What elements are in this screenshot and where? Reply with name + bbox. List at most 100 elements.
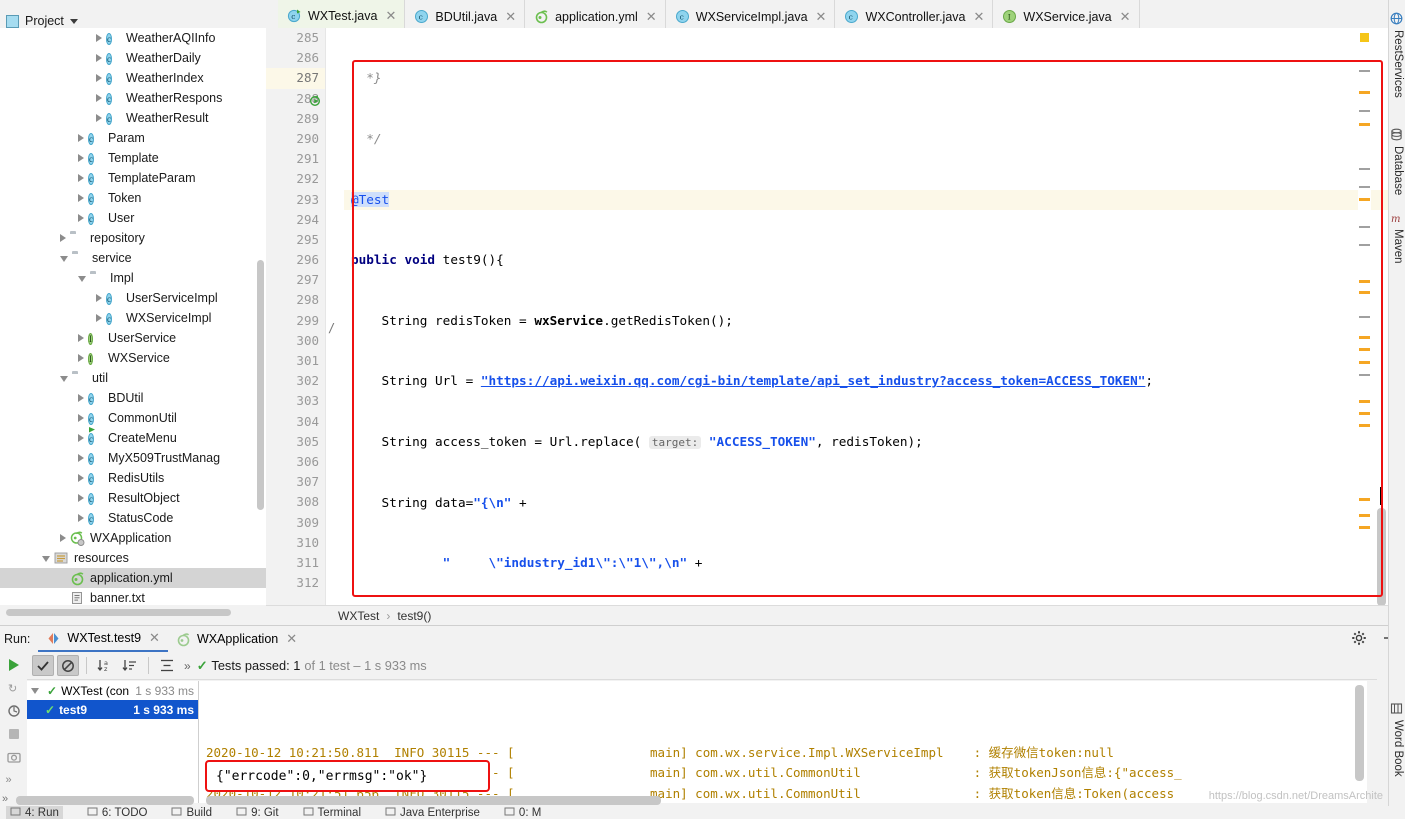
tree-row[interactable]: c TemplateParam <box>0 168 266 188</box>
gutter-line-292[interactable]: 292 <box>266 169 325 189</box>
tree-row[interactable]: c WeatherDaily <box>0 48 266 68</box>
change-marker[interactable] <box>1359 186 1370 188</box>
gutter-line-301[interactable]: 301 <box>266 351 325 371</box>
close-icon[interactable]: ✕ <box>646 9 657 25</box>
occurrence-marker[interactable] <box>1359 348 1370 351</box>
breadcrumb-method[interactable]: test9() <box>397 609 431 623</box>
chevron-down-icon[interactable] <box>69 18 78 24</box>
chevron-collapsed-icon[interactable] <box>96 54 102 62</box>
sort-alphabetically-button[interactable]: az <box>94 655 116 676</box>
change-marker[interactable] <box>1359 70 1370 72</box>
occurrence-marker[interactable] <box>1359 336 1370 339</box>
editor-gutter[interactable]: 285 286 287 288 289 290 291 292 293 294 295 296 297 2… <box>266 28 342 605</box>
run-icon[interactable] <box>6 657 22 673</box>
chevron-collapsed-icon[interactable] <box>60 534 66 542</box>
tool-window-rest-services[interactable]: RestServices <box>1392 30 1404 98</box>
gutter-line-311[interactable]: 311 <box>266 553 325 573</box>
tree-row[interactable]: c UserServiceImpl <box>0 288 266 308</box>
status-bar-item-0-m[interactable]: 0: M <box>504 806 541 819</box>
gutter-line-299[interactable]: 299 <box>266 311 325 331</box>
project-tree-panel[interactable]: c WeatherAQIInfo c WeatherDaily c WeatherInde… <box>0 28 266 605</box>
change-marker[interactable] <box>1359 316 1370 318</box>
project-tree-horizontal-scrollbar[interactable] <box>0 607 266 618</box>
close-icon[interactable]: ✕ <box>505 9 516 25</box>
tree-row[interactable]: repository <box>0 228 266 248</box>
chevron-collapsed-icon[interactable] <box>78 494 84 502</box>
rest-services-icon[interactable] <box>1390 12 1403 25</box>
editor-fold-column[interactable] <box>326 28 344 605</box>
code-editor[interactable]: 285 286 287 288 289 290 291 292 293 294 295 296 297 2… <box>266 28 1388 605</box>
occurrence-marker[interactable] <box>1359 400 1370 403</box>
occurrence-marker[interactable] <box>1359 91 1370 94</box>
status-bar-item-build[interactable]: Build <box>171 806 212 819</box>
status-bar-item-6-todo[interactable]: 6: TODO <box>87 806 147 819</box>
chevron-expanded-icon[interactable] <box>60 256 68 262</box>
more-chevrons-icon[interactable]: » <box>2 793 8 805</box>
breadcrumb-class[interactable]: WXTest <box>338 609 379 623</box>
more-icon[interactable]: » <box>181 659 194 673</box>
gutter-line-286[interactable]: 286 <box>266 48 342 68</box>
expand-collapse-button[interactable] <box>156 655 178 676</box>
gutter-line-304[interactable]: 304 <box>266 412 325 432</box>
editor-vertical-scrollbar[interactable] <box>1377 508 1386 605</box>
gutter-line-312[interactable]: 312 <box>266 573 325 593</box>
chevron-collapsed-icon[interactable] <box>96 114 102 122</box>
more-chevrons-icon[interactable]: » <box>6 772 22 788</box>
rerun-failed-icon[interactable]: ↻ <box>6 680 22 696</box>
tree-row[interactable]: Impl <box>0 268 266 288</box>
gutter-line-291[interactable]: 291 <box>266 149 325 169</box>
gutter-line-289[interactable]: 289 <box>266 109 325 129</box>
change-marker[interactable] <box>1359 168 1370 170</box>
change-marker[interactable] <box>1359 226 1370 228</box>
chevron-collapsed-icon[interactable] <box>78 354 84 362</box>
gear-icon[interactable] <box>1351 630 1367 646</box>
chevron-expanded-icon[interactable] <box>42 556 50 562</box>
close-icon[interactable]: ✕ <box>1120 9 1131 25</box>
occurrence-marker[interactable] <box>1359 291 1370 294</box>
chevron-collapsed-icon[interactable] <box>96 314 102 322</box>
tree-row[interactable]: c RedisUtils <box>0 468 266 488</box>
chevron-collapsed-icon[interactable] <box>96 34 102 42</box>
tool-window-word-book[interactable]: Word Book <box>1392 720 1404 777</box>
gutter-line-298[interactable]: 298 <box>266 290 325 310</box>
tree-row[interactable]: c StatusCode <box>0 508 266 528</box>
gutter-line-308[interactable]: 308 <box>266 492 325 512</box>
word-book-icon[interactable] <box>1390 702 1403 715</box>
console-vertical-scrollbar[interactable] <box>1355 685 1364 781</box>
chevron-collapsed-icon[interactable] <box>78 394 84 402</box>
status-bar-item-4-run[interactable]: 4: Run <box>6 806 63 819</box>
tree-row[interactable]: I WXService <box>0 348 266 368</box>
chevron-collapsed-icon[interactable] <box>78 154 84 162</box>
tree-row[interactable]: service <box>0 248 266 268</box>
rerun-auto-icon[interactable] <box>6 703 22 719</box>
gutter-line-290[interactable]: 290 <box>266 129 325 149</box>
change-marker[interactable] <box>1359 374 1370 376</box>
tree-row[interactable]: c CreateMenu <box>0 426 266 448</box>
editor-code-area[interactable]: *} */ @Test public void test9(){ String … <box>344 28 1388 605</box>
chevron-collapsed-icon[interactable] <box>78 434 84 442</box>
chevron-collapsed-icon[interactable] <box>78 474 84 482</box>
stop-icon[interactable] <box>6 726 22 742</box>
tree-row[interactable]: c WeatherIndex <box>0 68 266 88</box>
chevron-collapsed-icon[interactable] <box>96 74 102 82</box>
chevron-collapsed-icon[interactable] <box>78 174 84 182</box>
occurrence-marker[interactable] <box>1359 123 1370 126</box>
close-icon[interactable]: ✕ <box>149 630 160 646</box>
chevron-collapsed-icon[interactable] <box>78 514 84 522</box>
tool-window-database[interactable]: Database <box>1392 146 1404 195</box>
status-bar-item-java-enterprise[interactable]: Java Enterprise <box>385 806 480 819</box>
change-marker[interactable] <box>1359 244 1370 246</box>
occurrence-marker[interactable] <box>1359 526 1370 529</box>
occurrence-marker[interactable] <box>1359 412 1370 415</box>
close-icon[interactable]: ✕ <box>816 9 827 25</box>
gutter-line-297[interactable]: 297 <box>266 270 342 290</box>
tree-row[interactable]: c MyX509TrustManaɡ <box>0 448 266 468</box>
tree-row[interactable]: WXApplication <box>0 528 266 548</box>
test-tree-horizontal-scrollbar[interactable] <box>16 796 194 805</box>
chevron-collapsed-icon[interactable] <box>78 134 84 142</box>
tree-row[interactable]: c WXServiceImpl <box>0 308 266 328</box>
chevron-collapsed-icon[interactable] <box>78 214 84 222</box>
tree-row[interactable]: application.yml <box>0 568 266 588</box>
tool-window-maven[interactable]: Maven <box>1392 229 1404 264</box>
tree-row[interactable]: c Param <box>0 128 266 148</box>
